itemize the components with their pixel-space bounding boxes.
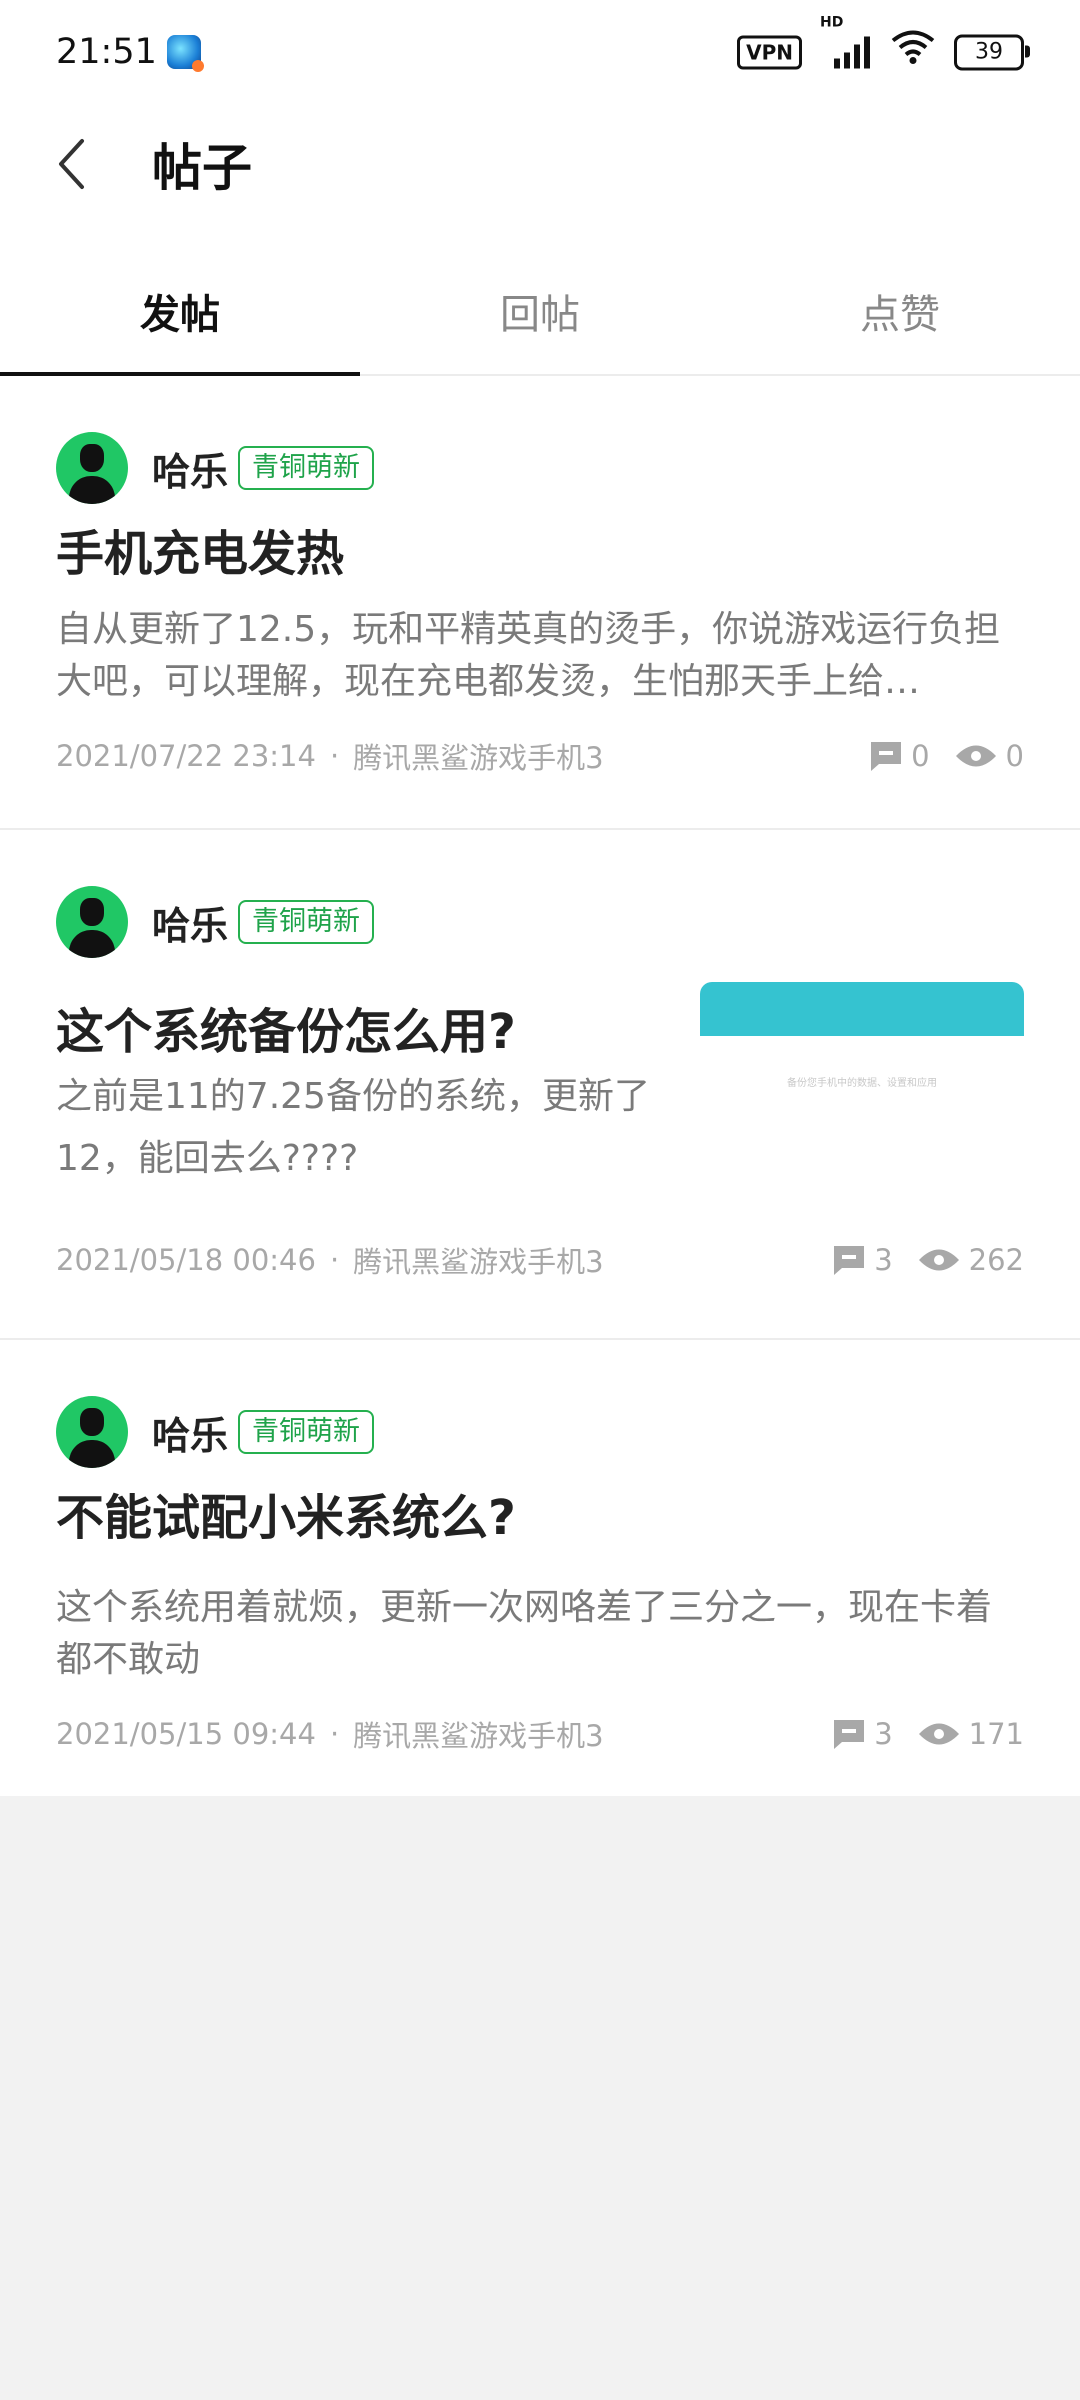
post-meta: 2021/07/22 23:14 · 腾讯黑鲨游戏手机3 0 0 bbox=[56, 726, 1024, 786]
comment-icon bbox=[834, 1246, 865, 1275]
comment-icon bbox=[871, 742, 902, 771]
signal-icon: HD bbox=[820, 14, 872, 70]
post-body: 这个系统用着就烦，更新一次网咯差了三分之一，现在卡着都不敢动 bbox=[56, 1587, 993, 1680]
comment-count: 3 bbox=[832, 1717, 893, 1751]
vpn-indicator: VPN bbox=[737, 35, 802, 69]
chevron-left-icon bbox=[59, 139, 84, 189]
tab-bar: 发帖 回帖 点赞 bbox=[0, 248, 1080, 376]
post-title: 手机充电发热 bbox=[56, 526, 345, 582]
level-badge: 青铜萌新 bbox=[238, 1410, 375, 1454]
wifi-icon bbox=[890, 30, 936, 75]
tab-replies[interactable]: 回帖 bbox=[360, 248, 720, 374]
status-bar: 21:51 VPN HD 39 bbox=[0, 0, 1080, 104]
comment-count: 3 bbox=[832, 1243, 893, 1277]
eye-icon bbox=[918, 1723, 959, 1745]
post-thumbnail[interactable]: 备份您手机中的数据、设置和应用 bbox=[700, 982, 1024, 1152]
post-device: 腾讯黑鲨游戏手机3 bbox=[353, 1245, 604, 1279]
view-count: 0 bbox=[954, 739, 1024, 773]
battery-level: 39 bbox=[975, 39, 1003, 65]
author-name[interactable]: 哈乐 bbox=[152, 895, 228, 950]
post-body: 自从更新了12.5，玩和平精英真的烫手，你说游戏运行负担大吧，可以理解，现在充电… bbox=[56, 609, 1001, 702]
tab-likes[interactable]: 点赞 bbox=[720, 248, 1080, 374]
post-device: 腾讯黑鲨游戏手机3 bbox=[353, 741, 604, 775]
thumbnail-caption: 备份您手机中的数据、设置和应用 bbox=[787, 1078, 937, 1089]
avatar[interactable] bbox=[56, 432, 128, 504]
post-date: 2021/05/15 09:44 bbox=[56, 1717, 316, 1751]
post-meta: 2021/05/18 00:46 · 腾讯黑鲨游戏手机3 3 262 bbox=[56, 1230, 1024, 1290]
post-device: 腾讯黑鲨游戏手机3 bbox=[353, 1719, 604, 1753]
level-badge: 青铜萌新 bbox=[238, 900, 375, 944]
view-count: 262 bbox=[917, 1243, 1024, 1277]
post-body: 之前是11的7.25备份的系统，更新了12，能回去么???? bbox=[56, 1076, 650, 1179]
back-button[interactable] bbox=[56, 134, 96, 194]
level-badge: 青铜萌新 bbox=[238, 446, 375, 490]
author-name[interactable]: 哈乐 bbox=[152, 441, 228, 496]
battery-indicator: 39 bbox=[954, 34, 1030, 70]
post-date: 2021/05/18 00:46 bbox=[56, 1243, 316, 1277]
post-title: 这个系统备份怎么用? bbox=[56, 1004, 516, 1060]
page-title: 帖子 bbox=[152, 139, 252, 197]
top-area: 21:51 VPN HD 39 帖子 发帖 回帖 点赞 bbox=[0, 0, 1080, 376]
avatar[interactable] bbox=[56, 886, 128, 958]
post-card[interactable]: 哈乐 青铜萌新 手机充电发热 自从更新了12.5，玩和平精英真的烫手，你说游戏运… bbox=[0, 376, 1080, 830]
post-meta: 2021/05/15 09:44 · 腾讯黑鲨游戏手机3 3 171 bbox=[56, 1704, 1024, 1764]
post-title: 不能试配小米系统么? bbox=[56, 1490, 516, 1546]
status-time: 21:51 bbox=[56, 32, 157, 72]
post-date: 2021/07/22 23:14 bbox=[56, 739, 316, 773]
tab-posts[interactable]: 发帖 bbox=[0, 248, 360, 376]
app-notification-icon bbox=[166, 35, 204, 72]
avatar[interactable] bbox=[56, 1396, 128, 1468]
header: 帖子 bbox=[0, 104, 1080, 224]
eye-icon bbox=[955, 745, 996, 767]
comment-count: 0 bbox=[869, 739, 930, 773]
view-count: 171 bbox=[917, 1717, 1024, 1751]
post-card[interactable]: 哈乐 青铜萌新 不能试配小米系统么? 这个系统用着就烦，更新一次网咯差了三分之一… bbox=[0, 1340, 1080, 1796]
hd-label: HD bbox=[820, 14, 844, 30]
comment-icon bbox=[834, 1720, 865, 1749]
eye-icon bbox=[918, 1249, 959, 1271]
post-card[interactable]: 哈乐 青铜萌新 这个系统备份怎么用? 之前是11的7.25备份的系统，更新了12… bbox=[0, 830, 1080, 1340]
author-name[interactable]: 哈乐 bbox=[152, 1405, 228, 1460]
